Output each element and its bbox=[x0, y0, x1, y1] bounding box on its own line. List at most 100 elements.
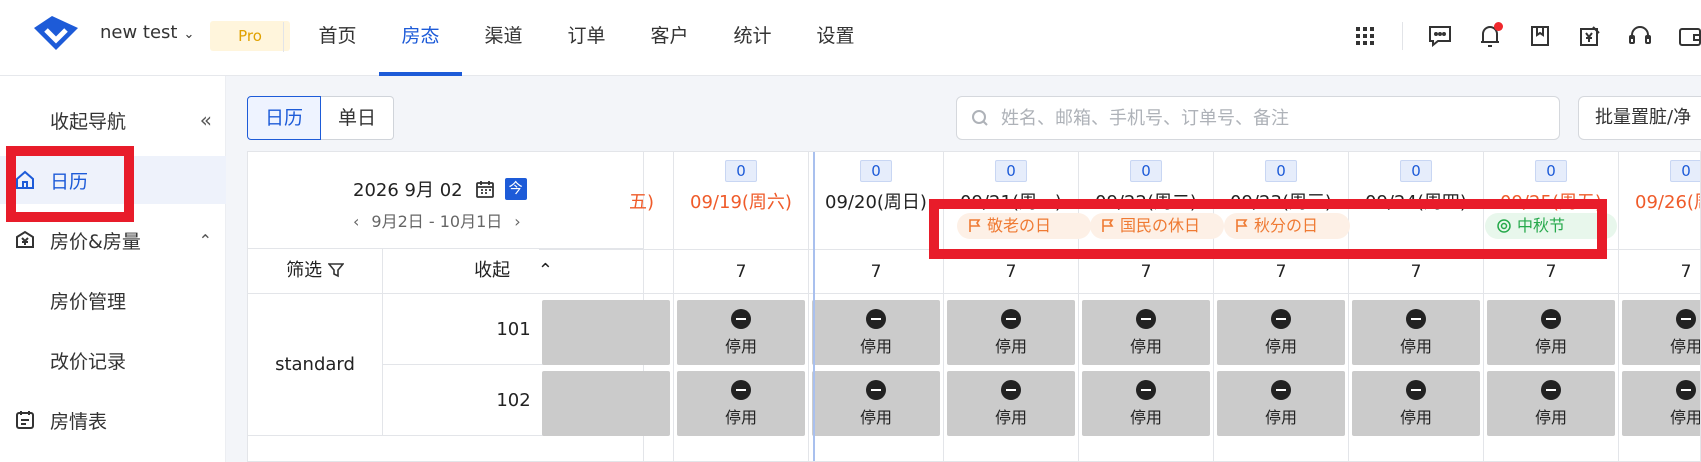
date-column: 009/26(周六)7停用停用 bbox=[1619, 152, 1701, 461]
chevron-up-icon: ⌃ bbox=[198, 230, 212, 250]
room-cell[interactable]: 停用 bbox=[947, 300, 1075, 365]
view-calendar-button[interactable]: 日历 bbox=[247, 96, 322, 140]
next-chevron-icon[interactable]: › bbox=[514, 212, 520, 231]
fold-label: 收起 bbox=[474, 260, 511, 281]
annotation-box bbox=[6, 146, 134, 222]
apps-grid-icon[interactable] bbox=[1340, 18, 1390, 54]
room-cell[interactable]: 停用 bbox=[812, 371, 940, 436]
top-bar: new test ⌄ Pro 首页 房态 渠道 订单 客户 统计 设置 bbox=[0, 0, 1701, 76]
disabled-icon bbox=[1136, 380, 1156, 400]
status-label: 停用 bbox=[994, 337, 1027, 356]
disabled-icon bbox=[866, 309, 886, 329]
prev-chevron-icon[interactable]: ‹ bbox=[353, 212, 359, 231]
disabled-icon bbox=[1406, 380, 1426, 400]
book-icon[interactable] bbox=[1515, 18, 1565, 54]
room-cell[interactable]: 停用 bbox=[1082, 300, 1210, 365]
nav-settings[interactable]: 设置 bbox=[794, 0, 877, 76]
nav-statistics[interactable]: 统计 bbox=[711, 0, 794, 76]
room-cell[interactable]: 停用 bbox=[1082, 371, 1210, 436]
room-cell[interactable]: 停用 bbox=[1217, 371, 1345, 436]
room-cell[interactable]: 停用 bbox=[1352, 300, 1480, 365]
top-icons bbox=[1340, 18, 1701, 54]
room-cell[interactable]: 停用 bbox=[1487, 300, 1615, 365]
sidebar: 收起导航 « 日历 房价&房量 ⌃ 房价管理 改价记录 房情表 bbox=[0, 76, 226, 462]
room-status-grid: 2026 9月 02 今 ‹ 9月2日 - 10月1日 › 筛选 收起 ⌃ stan… bbox=[247, 151, 1701, 462]
disabled-icon bbox=[1136, 309, 1156, 329]
occupancy-badge: 0 bbox=[1265, 160, 1297, 182]
room-cell[interactable]: 停用 bbox=[1352, 371, 1480, 436]
date-column: 0 09/20(周日) 7 停用 停用 bbox=[809, 152, 944, 461]
disabled-icon bbox=[1406, 309, 1426, 329]
status-label: 停用 bbox=[1399, 408, 1432, 427]
filter-button[interactable]: 筛选 bbox=[248, 249, 383, 294]
divider bbox=[1402, 22, 1403, 50]
view-single-button[interactable]: 单日 bbox=[321, 96, 395, 140]
room-cell[interactable]: 停用 bbox=[677, 371, 805, 436]
search-icon bbox=[972, 110, 988, 126]
available-count: 7 bbox=[809, 249, 943, 294]
room-cell[interactable]: 停用 bbox=[812, 300, 940, 365]
batch-dirty-clean-button[interactable]: 批量置脏/净 bbox=[1578, 96, 1701, 140]
date-range-row: ‹ 9月2日 - 10月1日 › bbox=[353, 208, 521, 232]
sidebar-item-rate-manage[interactable]: 房价管理 bbox=[0, 276, 226, 324]
calendar-icon[interactable] bbox=[475, 179, 495, 199]
hotel-selector[interactable]: new test ⌄ bbox=[100, 22, 194, 43]
room-cell[interactable]: 停用 bbox=[1487, 371, 1615, 436]
double-chevron-left-icon[interactable]: « bbox=[200, 108, 212, 132]
room-cell[interactable]: 停用 bbox=[1622, 300, 1700, 365]
notification-dot bbox=[1494, 22, 1503, 31]
status-label: 停用 bbox=[1264, 408, 1297, 427]
nav-room-status[interactable]: 房态 bbox=[379, 0, 462, 76]
wallet-icon[interactable] bbox=[1665, 18, 1701, 54]
sidebar-item-rates[interactable]: 房价&房量 ⌃ bbox=[0, 216, 226, 264]
occupancy-badge: 0 bbox=[995, 160, 1027, 182]
disabled-icon bbox=[731, 309, 751, 329]
nav-customers[interactable]: 客户 bbox=[628, 0, 711, 76]
collapse-nav[interactable]: 收起导航 « bbox=[0, 96, 226, 144]
disabled-icon bbox=[1001, 380, 1021, 400]
today-button[interactable]: 今 bbox=[504, 178, 527, 200]
current-date-row: 2026 9月 02 今 bbox=[353, 176, 527, 202]
room-cell[interactable]: 停用 bbox=[677, 300, 805, 365]
bell-icon[interactable] bbox=[1465, 18, 1515, 54]
nav-home[interactable]: 首页 bbox=[296, 0, 379, 76]
room-cell[interactable] bbox=[542, 371, 670, 436]
occupancy-badge: 0 bbox=[860, 160, 892, 182]
search-input[interactable] bbox=[1001, 107, 1521, 129]
view-toggle: 日历 单日 bbox=[247, 96, 395, 140]
yen-receipt-icon[interactable] bbox=[1565, 18, 1615, 54]
status-label: 停用 bbox=[724, 408, 757, 427]
status-label: 停用 bbox=[994, 408, 1027, 427]
search-box bbox=[956, 96, 1560, 140]
room-cell[interactable]: 停用 bbox=[1622, 371, 1701, 436]
status-label: 停用 bbox=[1669, 408, 1701, 427]
status-label: 停用 bbox=[1129, 408, 1162, 427]
occupancy-badge: 0 bbox=[1400, 160, 1432, 182]
message-icon[interactable] bbox=[1415, 18, 1465, 54]
status-label: 停用 bbox=[1534, 408, 1567, 427]
status-label: 停用 bbox=[1534, 337, 1567, 356]
room-cell[interactable]: 停用 bbox=[1217, 300, 1345, 365]
status-label: 停用 bbox=[1129, 337, 1162, 356]
nav-orders[interactable]: 订单 bbox=[545, 0, 628, 76]
main-nav: 首页 房态 渠道 订单 客户 统计 设置 bbox=[296, 0, 877, 76]
occupancy-badge: 0 bbox=[1670, 160, 1700, 182]
annotation-box bbox=[929, 199, 1607, 259]
headset-icon[interactable] bbox=[1615, 18, 1665, 54]
filter-icon bbox=[327, 263, 345, 278]
hotel-name: new test bbox=[100, 22, 178, 43]
disabled-icon bbox=[866, 380, 886, 400]
nav-channels[interactable]: 渠道 bbox=[462, 0, 545, 76]
sidebar-item-label: 房情表 bbox=[50, 410, 108, 433]
room-cell[interactable]: 停用 bbox=[947, 371, 1075, 436]
available-count: 7 bbox=[674, 249, 808, 294]
calendar-list-icon bbox=[14, 409, 36, 431]
available-count bbox=[539, 249, 673, 294]
occupancy-badge: 0 bbox=[1535, 160, 1567, 182]
date-column: 0 09/19(周六) 7 停用 停用 bbox=[674, 152, 809, 461]
disabled-icon bbox=[1001, 309, 1021, 329]
sidebar-item-room-status[interactable]: 房情表 bbox=[0, 396, 226, 444]
sidebar-item-rate-log[interactable]: 改价记录 bbox=[0, 336, 226, 384]
status-label: 停用 bbox=[724, 337, 757, 356]
room-cell[interactable] bbox=[542, 300, 670, 365]
